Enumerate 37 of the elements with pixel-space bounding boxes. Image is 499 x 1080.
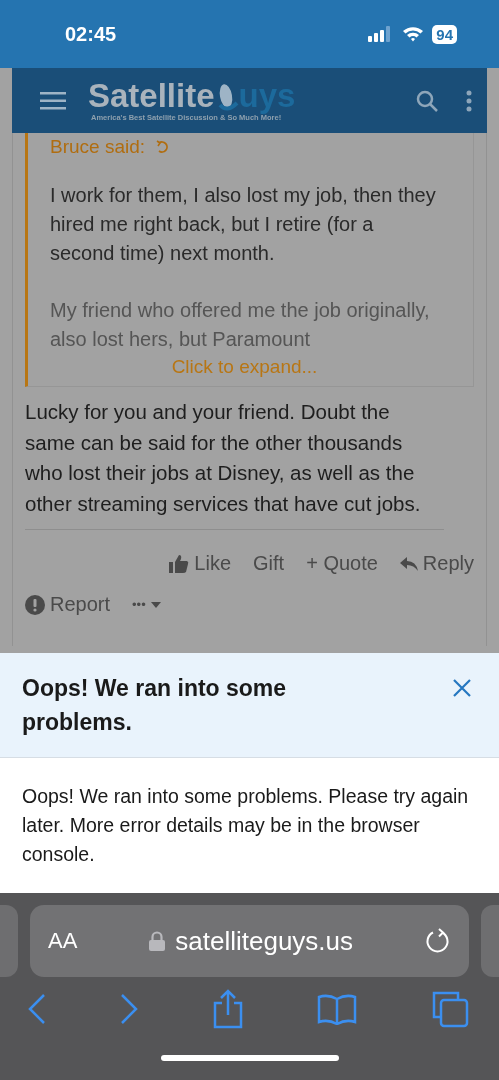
reply-icon xyxy=(399,556,418,571)
reply-action[interactable]: Reply xyxy=(399,552,474,575)
status-time: 02:45 xyxy=(65,22,117,46)
lock-icon xyxy=(149,931,166,951)
plain-action[interactable]: Gift xyxy=(253,552,285,575)
close-icon[interactable] xyxy=(453,679,471,697)
jump-arrow-icon[interactable] xyxy=(155,140,170,154)
text-size-button[interactable]: AA xyxy=(48,928,78,954)
reload-icon[interactable] xyxy=(425,928,451,954)
caret-icon xyxy=(150,601,161,608)
more-options-icon[interactable] xyxy=(465,89,473,112)
quote-paragraph: I work for them, I also lost my job, then they hired me right back, but I retire (for a second time) next month. xyxy=(50,183,437,266)
back-icon[interactable] xyxy=(28,993,46,1025)
satellite-dish-icon xyxy=(216,83,239,111)
report-action[interactable]: Report xyxy=(25,593,111,616)
address-bar[interactable]: AA satelliteguys.us xyxy=(30,905,469,977)
error-message: Oops! We ran into some problems. Please try again later. More error details may be in the browser console. xyxy=(21,784,470,867)
share-icon[interactable] xyxy=(211,989,244,1029)
search-icon[interactable] xyxy=(415,88,439,113)
logo-text: Satellite xyxy=(88,79,215,113)
bookmarks-icon[interactable] xyxy=(317,993,358,1025)
forward-icon[interactable] xyxy=(119,993,138,1025)
quote-paragraph: My friend who offered me the job originally, also lost hers, but Paramount xyxy=(50,298,431,352)
like-action[interactable]: Like xyxy=(169,552,231,575)
tabs-icon[interactable] xyxy=(431,990,469,1028)
post-text: Lucky for you and your friend. Doubt the same can be said for the other thousands who lost their jobs at Disney, as well as the other streaming services that have cut jobs. xyxy=(25,397,444,530)
quote-action[interactable]: + Quote xyxy=(306,552,378,575)
thumbs-up-icon xyxy=(169,554,190,573)
tab-preview[interactable] xyxy=(0,905,18,977)
menu-icon[interactable] xyxy=(40,91,66,110)
alert-icon xyxy=(25,594,45,615)
url-text: satelliteguys.us xyxy=(175,925,354,957)
wifi-icon xyxy=(402,26,425,42)
more-action[interactable]: ••• xyxy=(132,593,161,616)
battery-indicator: 94 xyxy=(432,24,457,44)
tab-preview[interactable] xyxy=(481,905,499,977)
error-title: Oops! We ran into some problems. xyxy=(22,674,288,737)
